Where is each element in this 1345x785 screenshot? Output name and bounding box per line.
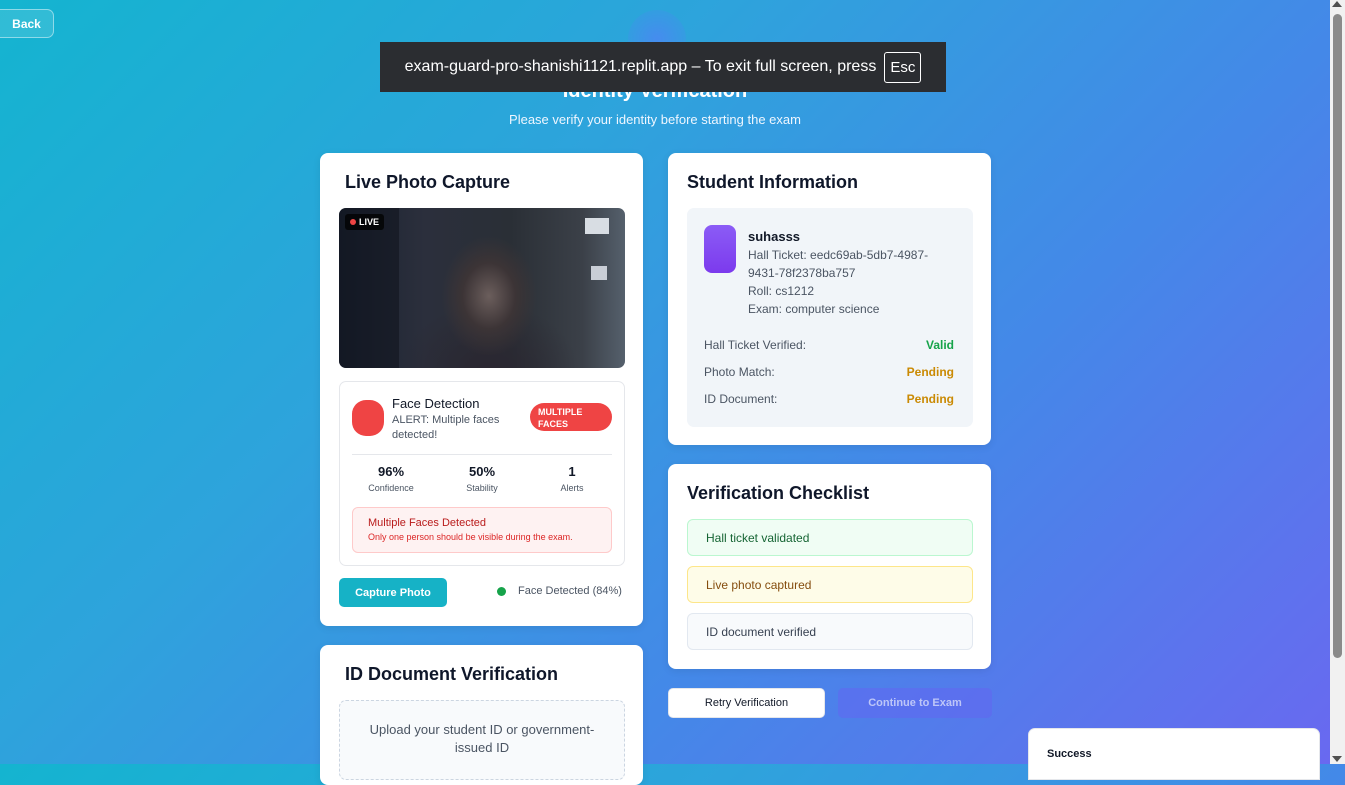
hall-ticket-number: Hall Ticket: eedc69ab-5db7-4987-9431-78f…	[748, 248, 929, 280]
stat-label: Confidence	[368, 483, 414, 493]
warning-title: Multiple Faces Detected	[368, 517, 486, 529]
verification-row-photo-match: Photo Match: Pending	[704, 365, 954, 379]
checklist-item-live-photo: Live photo captured	[687, 566, 973, 603]
face-detection-title: Face Detection	[392, 396, 480, 411]
fullscreen-banner: exam-guard-pro-shanishi1121.replit.app –…	[380, 42, 946, 92]
checklist-item-hall-ticket: Hall ticket validated	[687, 519, 973, 556]
camera-shadow	[339, 208, 399, 368]
back-button[interactable]: Back	[0, 9, 54, 38]
id-document-card: ID Document Verification Upload your stu…	[320, 645, 643, 785]
face-detection-panel: Face Detection ALERT: Multiple faces det…	[339, 381, 625, 566]
page-subtitle: Please verify your identity before start…	[509, 112, 801, 127]
scroll-up-arrow-icon[interactable]	[1332, 1, 1342, 7]
capture-photo-button[interactable]: Capture Photo	[339, 578, 447, 607]
multiple-faces-badge: MULTIPLE FACES	[530, 403, 612, 431]
face-status: Face Detected (84%)	[497, 585, 622, 597]
live-photo-title: Live Photo Capture	[345, 172, 511, 192]
stat-value: 96%	[377, 464, 405, 479]
scrollbar-thumb[interactable]	[1333, 14, 1342, 658]
verification-label: Hall Ticket Verified:	[704, 338, 807, 352]
student-info-panel: suhasss Hall Ticket: eedc69ab-5db7-4987-…	[687, 208, 973, 427]
stat-stability: 50% Stability	[442, 464, 522, 493]
success-toast: Success	[1028, 728, 1320, 780]
live-photo-card: Live Photo Capture LIVE Face Detection A…	[320, 153, 643, 626]
verification-checklist-card: Verification Checklist Hall ticket valid…	[668, 464, 991, 669]
vertical-scrollbar[interactable]	[1330, 0, 1345, 764]
live-badge: LIVE	[345, 214, 385, 230]
stat-value: 1	[568, 464, 576, 479]
continue-to-exam-button[interactable]: Continue to Exam	[838, 688, 992, 718]
scroll-down-arrow-icon[interactable]	[1332, 756, 1342, 762]
verification-status: Pending	[906, 392, 954, 406]
warning-text: Only one person should be visible during…	[368, 532, 573, 542]
face-detection-alert: ALERT: Multiple faces detected!	[392, 414, 500, 441]
camera-background-light	[591, 266, 607, 280]
fullscreen-message: exam-guard-pro-shanishi1121.replit.app –…	[404, 58, 877, 75]
status-dot-icon	[497, 586, 506, 596]
stat-label: Stability	[466, 483, 498, 493]
face-alert-icon	[352, 400, 384, 436]
esc-key-hint: Esc	[884, 51, 922, 83]
id-upload-dropzone[interactable]: Upload your student ID or government-iss…	[339, 700, 625, 780]
live-dot-icon	[350, 219, 356, 225]
stat-value: 50%	[468, 464, 496, 479]
camera-feed: LIVE	[339, 208, 625, 368]
checklist-item-label: ID document verified	[706, 624, 817, 639]
verification-label: ID Document:	[704, 392, 778, 406]
face-status-text: Face Detected (84%)	[518, 585, 622, 597]
checklist-item-label: Live photo captured	[706, 577, 812, 592]
student-info-title: Student Information	[687, 172, 858, 192]
roll-number: Roll: cs1212	[748, 284, 815, 298]
toast-title: Success	[1047, 748, 1092, 760]
stat-confidence: 96% Confidence	[351, 464, 431, 493]
student-info-card: Student Information suhasss Hall Ticket:…	[668, 153, 991, 445]
verification-row-id-document: ID Document: Pending	[704, 392, 954, 406]
avatar	[704, 225, 736, 273]
verification-label: Photo Match:	[704, 365, 775, 379]
checklist-title: Verification Checklist	[687, 483, 870, 503]
multiple-faces-warning: Multiple Faces Detected Only one person …	[352, 507, 612, 553]
stat-alerts: 1 Alerts	[532, 464, 612, 493]
exam-name: Exam: computer science	[748, 302, 880, 316]
retry-verification-button[interactable]: Retry Verification	[668, 688, 825, 718]
checklist-item-label: Hall ticket validated	[706, 530, 810, 545]
divider	[352, 454, 612, 455]
verification-row-hall-ticket: Hall Ticket Verified: Valid	[704, 338, 954, 352]
id-document-title: ID Document Verification	[345, 664, 559, 684]
camera-background-light	[585, 218, 609, 234]
verification-status: Pending	[906, 365, 954, 379]
live-badge-label: LIVE	[359, 217, 380, 227]
stat-label: Alerts	[560, 483, 584, 493]
checklist-item-id-document: ID document verified	[687, 613, 973, 650]
verification-status: Valid	[925, 338, 954, 352]
student-name: suhasss	[748, 229, 801, 244]
